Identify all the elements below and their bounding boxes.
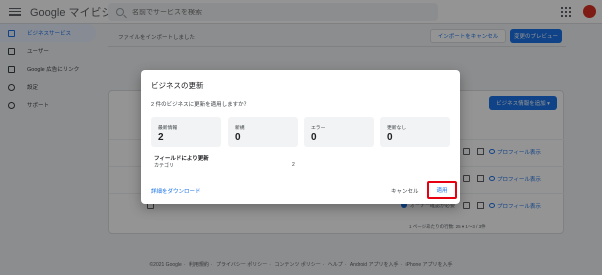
stat-value: 0: [235, 132, 241, 143]
download-details-link[interactable]: 詳細をダウンロード: [151, 187, 201, 195]
dialog-question: 2 件のビジネスに更新を適用しますか？: [151, 102, 250, 108]
stat-card-errors: エラー 0: [304, 117, 374, 147]
stat-value: 2: [158, 132, 164, 143]
stat-card-new: 新規 0: [228, 117, 298, 147]
stat-label: エラー: [311, 126, 326, 131]
cancel-button[interactable]: キャンセル: [391, 187, 419, 195]
stat-label: 最新情報: [158, 126, 178, 131]
stat-card-no-updates: 更新なし 0: [380, 117, 450, 147]
dialog-title: ビジネスの更新: [151, 81, 204, 90]
stat-card-updated: 最新情報 2: [151, 117, 221, 147]
apply-button[interactable]: 適用: [427, 181, 457, 199]
stat-label: 更新なし: [387, 126, 407, 131]
update-businesses-dialog: ビジネスの更新 2 件のビジネスに更新を適用しますか？ 最新情報 2 新規 0 …: [141, 70, 460, 204]
stat-label: 新規: [235, 126, 245, 131]
field-count: 2: [292, 162, 295, 168]
stat-value: 0: [311, 132, 317, 143]
field-name: カテゴリ: [154, 163, 175, 169]
field-updates-heading: フィールドにより更新: [154, 156, 209, 162]
stat-value: 0: [387, 132, 393, 143]
